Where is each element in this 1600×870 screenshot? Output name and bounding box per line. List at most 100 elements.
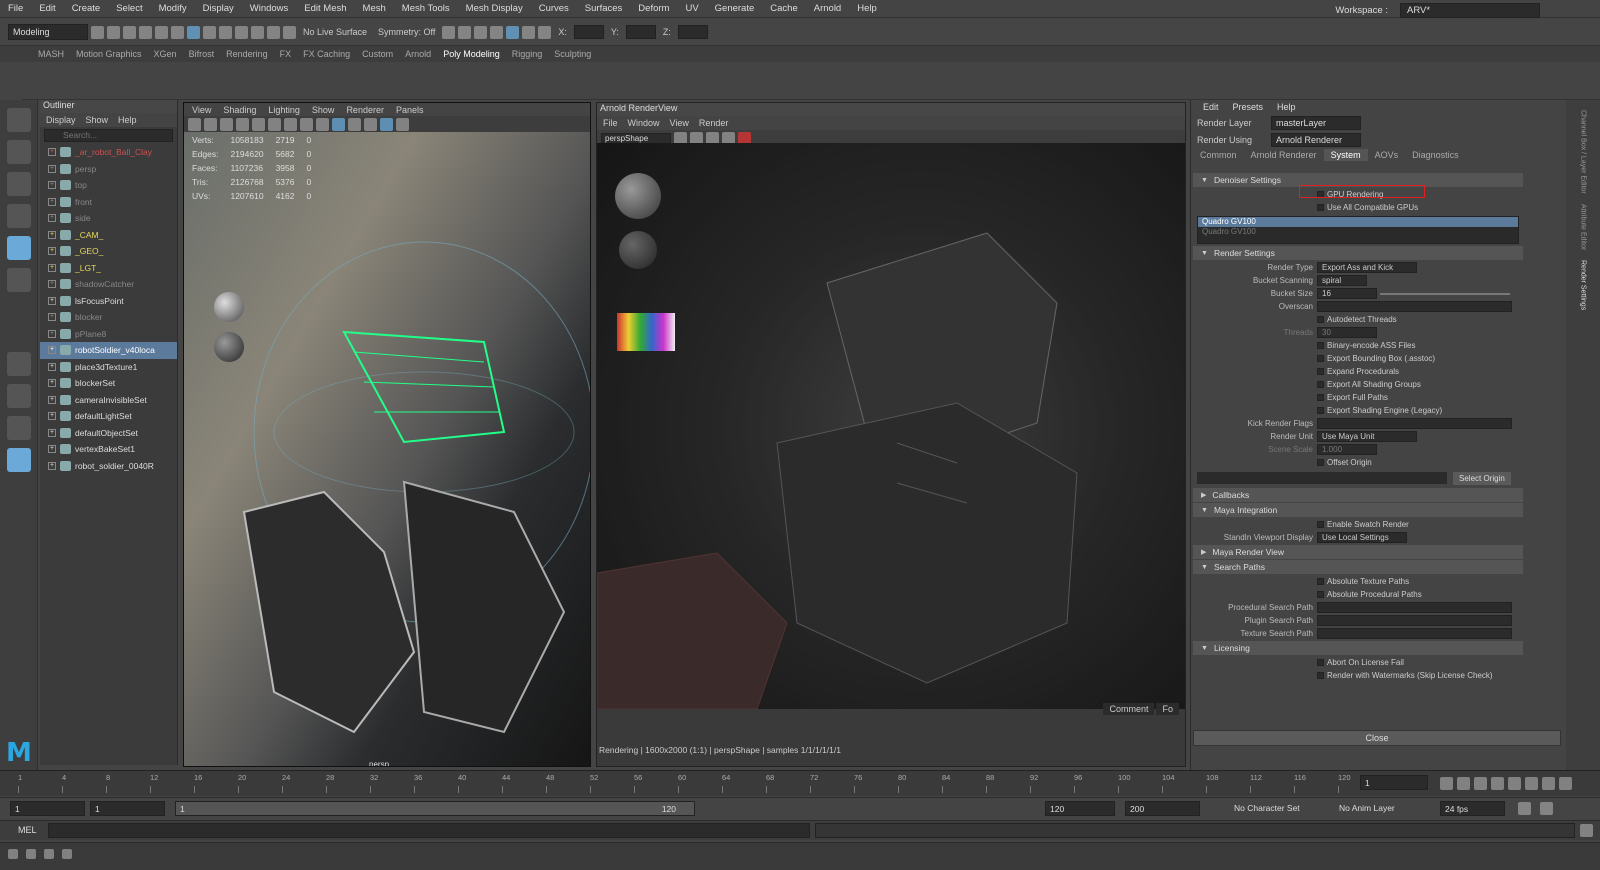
- bucket-size-slider[interactable]: [1380, 292, 1510, 295]
- live-surface-label[interactable]: No Live Surface: [299, 27, 371, 37]
- step-back-key-icon[interactable]: [1457, 777, 1470, 790]
- render-using-dropdown[interactable]: Arnold Renderer: [1271, 132, 1361, 147]
- outliner-item[interactable]: + blocker: [40, 309, 177, 326]
- xray-icon[interactable]: [396, 117, 409, 131]
- menu-cache[interactable]: Cache: [762, 3, 805, 14]
- expand-icon[interactable]: +: [48, 247, 56, 256]
- outliner-search-input[interactable]: Search...: [44, 129, 173, 142]
- single-layout-icon[interactable]: [7, 352, 31, 376]
- menu-select[interactable]: Select: [108, 3, 150, 14]
- viewport-menu-view[interactable]: View: [192, 105, 211, 115]
- snap-grid-icon[interactable]: [219, 25, 232, 39]
- callbacks-header[interactable]: ▶ Callbacks: [1193, 488, 1523, 502]
- status-icon[interactable]: [44, 849, 54, 859]
- lights-icon[interactable]: [348, 117, 361, 131]
- outliner-item[interactable]: + top: [40, 177, 177, 194]
- rs-menu-presets[interactable]: Presets: [1233, 102, 1264, 112]
- symmetry-dropdown[interactable]: Symmetry: Off: [374, 27, 439, 37]
- viewport-menu-show[interactable]: Show: [312, 105, 335, 115]
- plugin-path-field[interactable]: [1317, 615, 1512, 626]
- menu-curves[interactable]: Curves: [531, 3, 577, 14]
- save-scene-icon[interactable]: [123, 25, 136, 39]
- current-frame-field[interactable]: 1: [1360, 775, 1428, 790]
- status-icon[interactable]: [8, 849, 18, 859]
- status-icon[interactable]: [26, 849, 36, 859]
- expand-icon[interactable]: +: [48, 280, 56, 289]
- expand-icon[interactable]: +: [48, 445, 56, 454]
- expand-icon[interactable]: +: [48, 164, 56, 173]
- shelf-tab-poly-modeling[interactable]: Poly Modeling: [437, 49, 506, 59]
- rotate-tool-icon[interactable]: [7, 236, 31, 260]
- tab-common[interactable]: Common: [1193, 149, 1244, 161]
- expand-icon[interactable]: +: [48, 181, 56, 190]
- workspace-dropdown[interactable]: ARV*: [1400, 3, 1540, 18]
- expand-icon[interactable]: +: [48, 412, 56, 421]
- tab-aovs[interactable]: AOVs: [1368, 149, 1406, 161]
- outliner-item[interactable]: + side: [40, 210, 177, 227]
- menu-edit[interactable]: Edit: [31, 3, 63, 14]
- smooth-shade-icon[interactable]: [316, 117, 329, 131]
- select-tool-icon[interactable]: [7, 108, 31, 132]
- arnold-render-icon[interactable]: [506, 25, 520, 39]
- expand-icon[interactable]: +: [48, 379, 56, 388]
- channel-box-tab[interactable]: Channel Box / Layer Editor: [1580, 110, 1587, 194]
- abs-texture-checkbox[interactable]: [1317, 578, 1324, 585]
- scale-tool-icon[interactable]: [7, 268, 31, 292]
- two-layout-icon[interactable]: [7, 416, 31, 440]
- four-layout-icon[interactable]: [7, 384, 31, 408]
- expand-icon[interactable]: +: [48, 395, 56, 404]
- expand-icon[interactable]: +: [48, 461, 56, 470]
- paint-select-icon[interactable]: [7, 172, 31, 196]
- open-scene-icon[interactable]: [107, 25, 120, 39]
- offset-origin-checkbox[interactable]: [1317, 459, 1324, 466]
- shelf-tab-rendering[interactable]: Rendering: [220, 49, 274, 59]
- use-all-gpus-checkbox[interactable]: [1317, 204, 1324, 211]
- kick-flags-field[interactable]: [1317, 418, 1512, 429]
- hypershade-icon[interactable]: [490, 25, 504, 39]
- play-back-icon[interactable]: [1491, 777, 1504, 790]
- outliner-menu-help[interactable]: Help: [118, 115, 137, 125]
- rs-menu-edit[interactable]: Edit: [1203, 102, 1219, 112]
- transform-mode-icon[interactable]: [538, 25, 552, 39]
- go-to-start-icon[interactable]: [1440, 777, 1453, 790]
- menu-display[interactable]: Display: [195, 3, 242, 14]
- new-scene-icon[interactable]: [91, 25, 104, 39]
- step-forward-key-icon[interactable]: [1542, 777, 1555, 790]
- select-object-icon[interactable]: [187, 25, 200, 39]
- expand-icon[interactable]: +: [48, 214, 56, 223]
- shelf-tab-arnold[interactable]: Arnold: [399, 49, 437, 59]
- watermarks-checkbox[interactable]: [1317, 672, 1324, 679]
- redo-icon[interactable]: [155, 25, 168, 39]
- maya-render-view-header[interactable]: ▶ Maya Render View: [1193, 545, 1523, 559]
- outliner-item[interactable]: + persp: [40, 161, 177, 178]
- render-frame-icon[interactable]: [442, 25, 456, 39]
- outliner-item[interactable]: + defaultObjectSet: [40, 425, 177, 442]
- menu-windows[interactable]: Windows: [242, 3, 297, 14]
- camera-attr-icon[interactable]: [204, 117, 217, 131]
- outliner-item[interactable]: + shadowCatcher: [40, 276, 177, 293]
- autodetect-threads-checkbox[interactable]: [1317, 316, 1324, 323]
- outliner-item[interactable]: + front: [40, 194, 177, 211]
- mode-dropdown[interactable]: Modeling: [8, 24, 88, 40]
- outliner-item[interactable]: + _ar_robot_Ball_Clay: [40, 144, 177, 161]
- proc-path-field[interactable]: [1317, 602, 1512, 613]
- time-slider[interactable]: 1 4 8 12 16 20 24 28 32 36 40 44 48 52 56 60 64 68 72 76 80 8…: [0, 770, 1600, 796]
- shelf-tab-custom[interactable]: Custom: [356, 49, 399, 59]
- abs-procedural-checkbox[interactable]: [1317, 591, 1324, 598]
- shelf-tab-fx[interactable]: FX: [274, 49, 298, 59]
- outliner-item[interactable]: + _CAM_: [40, 227, 177, 244]
- go-to-end-icon[interactable]: [1559, 777, 1572, 790]
- close-button[interactable]: Close: [1193, 730, 1561, 746]
- render-settings-tab[interactable]: Render Settings: [1580, 260, 1587, 310]
- expand-procedurals-checkbox[interactable]: [1317, 368, 1324, 375]
- shelf-tab-bifrost[interactable]: Bifrost: [183, 49, 221, 59]
- play-forward-icon[interactable]: [1508, 777, 1521, 790]
- swatch-render-checkbox[interactable]: [1317, 521, 1324, 528]
- menu-mesh[interactable]: Mesh: [355, 3, 394, 14]
- snap-curve-icon[interactable]: [235, 25, 248, 39]
- menu-surfaces[interactable]: Surfaces: [577, 3, 631, 14]
- threads-field[interactable]: 30: [1317, 327, 1377, 338]
- expand-icon[interactable]: +: [48, 362, 56, 371]
- render-settings-header[interactable]: ▼ Render Settings: [1193, 246, 1523, 260]
- auto-key-icon[interactable]: [1518, 802, 1531, 815]
